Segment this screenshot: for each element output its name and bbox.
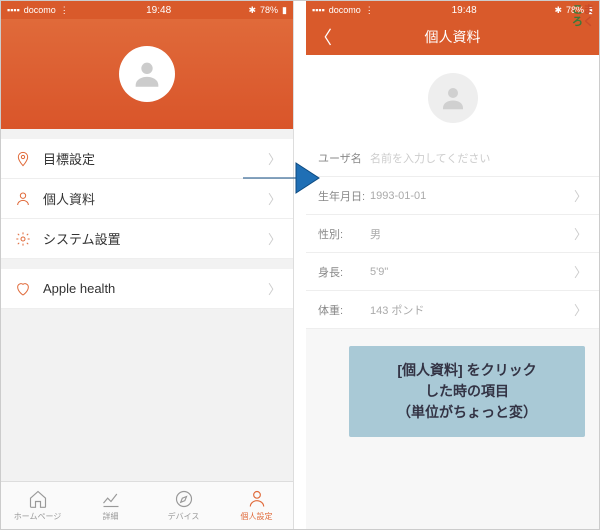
menu-item-apple-health[interactable]: Apple health 〉 [1,269,293,309]
battery-pct: 78% [260,5,278,15]
tab-label: デバイス [168,511,200,522]
tab-bar: ホームページ 詳細 デバイス 個人設定 [1,481,293,529]
chevron-right-icon: 〉 [574,262,587,281]
menu-label: システム設置 [43,229,268,248]
form-label: 身長: [318,264,370,280]
avatar[interactable] [428,73,478,123]
profile-form: ユーザ名 名前を入力してください 生年月日: 1993-01-01 〉 性別: … [306,139,599,329]
username-placeholder: 名前を入力してください [370,150,587,166]
row-username[interactable]: ユーザ名 名前を入力してください [306,139,599,177]
callout-line: （単位がちょっと変） [359,402,575,423]
profile-header [1,19,293,129]
header-bar: 〈 個人資料 [306,19,599,55]
tab-label: 詳細 [103,511,119,522]
callout-line: した時の項目 [359,381,575,402]
menu-label: 個人資料 [43,189,268,208]
menu-label: Apple health [43,281,268,296]
form-label: 性別: [318,226,370,242]
tab-device[interactable]: デバイス [147,482,220,529]
chart-icon [101,489,121,509]
row-birthdate[interactable]: 生年月日: 1993-01-01 〉 [306,177,599,215]
back-button[interactable]: 〈 [314,24,332,50]
chevron-right-icon: 〉 [574,224,587,243]
form-label: 生年月日: [318,188,370,204]
battery-icon: ▮ [282,5,287,16]
form-value: 143 ポンド [370,302,574,318]
watermark: こま ろく [572,4,594,28]
tab-label: ホームページ [14,511,62,522]
compass-icon [174,489,194,509]
tab-home[interactable]: ホームページ [1,482,74,529]
menu-label: 目標設定 [43,149,268,168]
row-weight[interactable]: 体重: 143 ポンド 〉 [306,291,599,329]
avatar[interactable] [119,46,175,102]
row-gender[interactable]: 性別: 男 〉 [306,215,599,253]
menu-item-system[interactable]: システム設置 〉 [1,219,293,259]
status-time: 19:48 [452,5,477,16]
status-bar: ▪▪▪▪ docomo ⋮ 19:48 ✱ 78% ▮ [1,1,293,19]
person-icon [13,191,33,207]
wifi-icon: ⋮ [365,5,374,16]
chevron-right-icon: 〉 [268,229,281,248]
form-value: 男 [370,226,574,242]
status-time: 19:48 [146,5,171,16]
heart-icon [13,281,33,297]
chevron-right-icon: 〉 [574,300,587,319]
form-value: 5'9" [370,266,574,278]
callout-line: [個人資料] をクリック [359,360,575,381]
bluetooth-icon: ✱ [554,5,562,16]
signal-icon: ▪▪▪▪ [312,5,325,15]
page-title: 個人資料 [425,27,481,47]
tab-personal[interactable]: 個人設定 [220,482,293,529]
annotation-arrow [241,155,321,206]
annotation-callout: [個人資料] をクリック した時の項目 （単位がちょっと変） [349,346,585,437]
chevron-right-icon: 〉 [268,279,281,298]
chevron-right-icon: 〉 [574,186,587,205]
carrier: docomo [24,5,56,15]
carrier: docomo [329,5,361,15]
wifi-icon: ⋮ [60,5,69,16]
profile-content: ユーザ名 名前を入力してください 生年月日: 1993-01-01 〉 性別: … [306,55,599,529]
home-icon [28,489,48,509]
person-icon [247,489,267,509]
screen-settings: ▪▪▪▪ docomo ⋮ 19:48 ✱ 78% ▮ 目標設定 〉 個人資料 … [1,1,294,529]
bluetooth-icon: ✱ [248,5,256,16]
form-value: 1993-01-01 [370,190,574,202]
signal-icon: ▪▪▪▪ [7,5,20,15]
pin-icon [13,151,33,167]
row-height[interactable]: 身長: 5'9" 〉 [306,253,599,291]
status-bar: ▪▪▪▪ docomo ⋮ 19:48 ✱ 78% ▮ [306,1,599,19]
gear-icon [13,231,33,247]
form-label: 体重: [318,302,370,318]
tab-detail[interactable]: 詳細 [74,482,147,529]
form-label: ユーザ名 [318,150,370,166]
tab-label: 個人設定 [241,511,273,522]
screen-profile-detail: ▪▪▪▪ docomo ⋮ 19:48 ✱ 78% ▮ 〈 個人資料 ユーザ名 … [306,1,599,529]
